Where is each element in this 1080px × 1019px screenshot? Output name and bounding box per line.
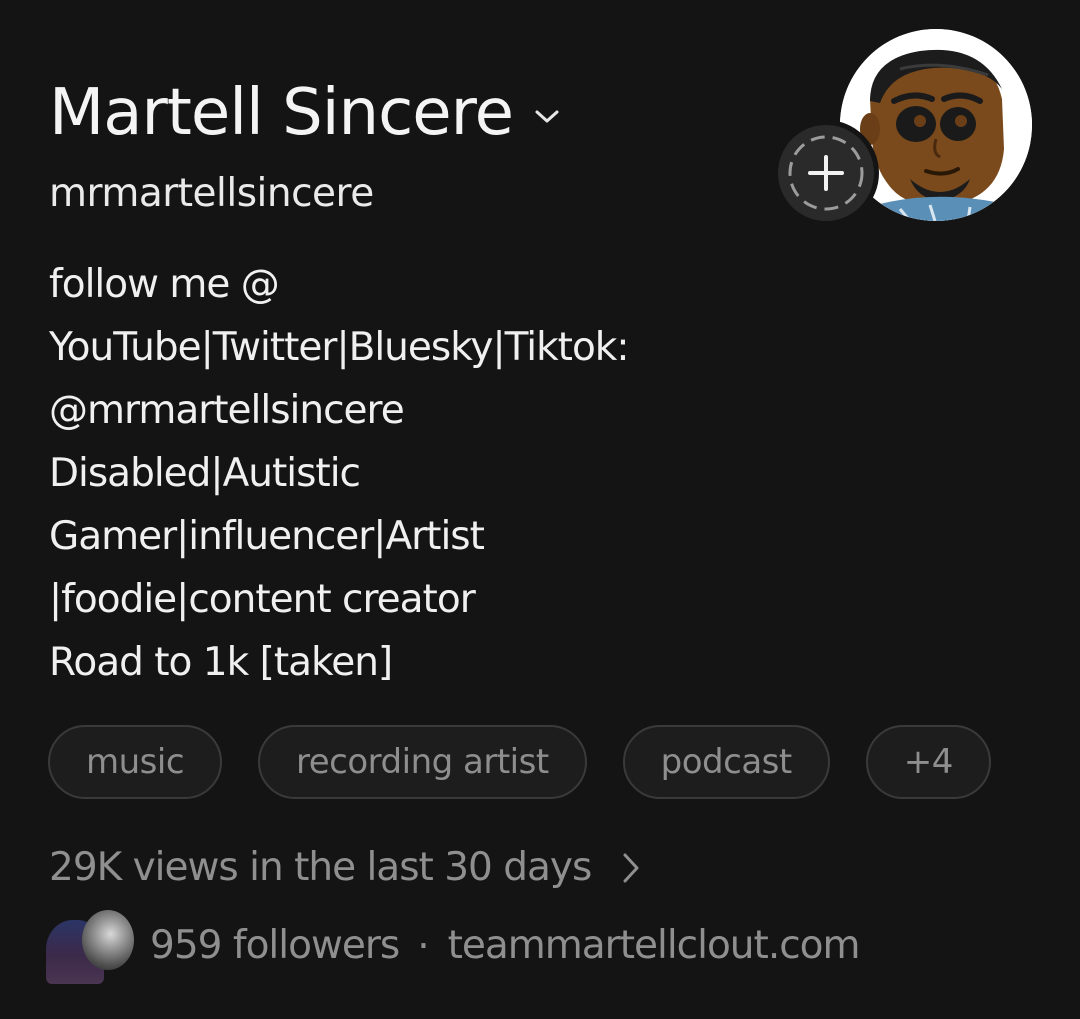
follower-avatar [82, 910, 134, 970]
add-story-circle [778, 125, 874, 221]
bio-line: Disabled|Autistic [49, 451, 361, 496]
plus-icon [788, 135, 864, 211]
category-tags: music recording artist podcast +4 [48, 725, 991, 799]
bio-line: Road to 1k [taken] [49, 640, 393, 685]
display-name: Martell Sincere [49, 76, 514, 150]
chevron-down-icon[interactable] [533, 103, 561, 131]
tag-music[interactable]: music [48, 725, 223, 799]
views-text: 29K views in the last 30 days [49, 845, 592, 890]
display-name-row[interactable]: Martell Sincere [49, 70, 561, 156]
followers-count[interactable]: 959 followers [150, 918, 400, 974]
username: mrmartellsincere [49, 171, 374, 216]
bio-line: @mrmartellsincere [49, 388, 405, 433]
tag-more[interactable]: +4 [865, 725, 991, 799]
bio-line: Gamer|influencer|Artist [49, 514, 485, 559]
separator-dot: · [417, 923, 430, 969]
bio-line: follow me @ [49, 262, 280, 307]
views-insights-link[interactable]: 29K views in the last 30 days [49, 840, 641, 896]
add-story-button[interactable] [773, 120, 879, 226]
bio: follow me @ YouTube|Twitter|Bluesky|Tikt… [49, 253, 769, 694]
profile-header: Martell Sincere mrmartellsincere follow … [0, 0, 1080, 1019]
followers-row: 959 followers · teammartellclout.com [44, 906, 861, 986]
tag-recording-artist[interactable]: recording artist [258, 725, 587, 799]
chevron-right-icon [621, 851, 641, 885]
bio-line: YouTube|Twitter|Bluesky|Tiktok: [49, 325, 630, 370]
tag-podcast[interactable]: podcast [622, 725, 830, 799]
bio-line: |foodie|content creator [49, 577, 476, 622]
follower-avatars[interactable] [44, 906, 136, 986]
website-link[interactable]: teammartellclout.com [448, 918, 861, 974]
